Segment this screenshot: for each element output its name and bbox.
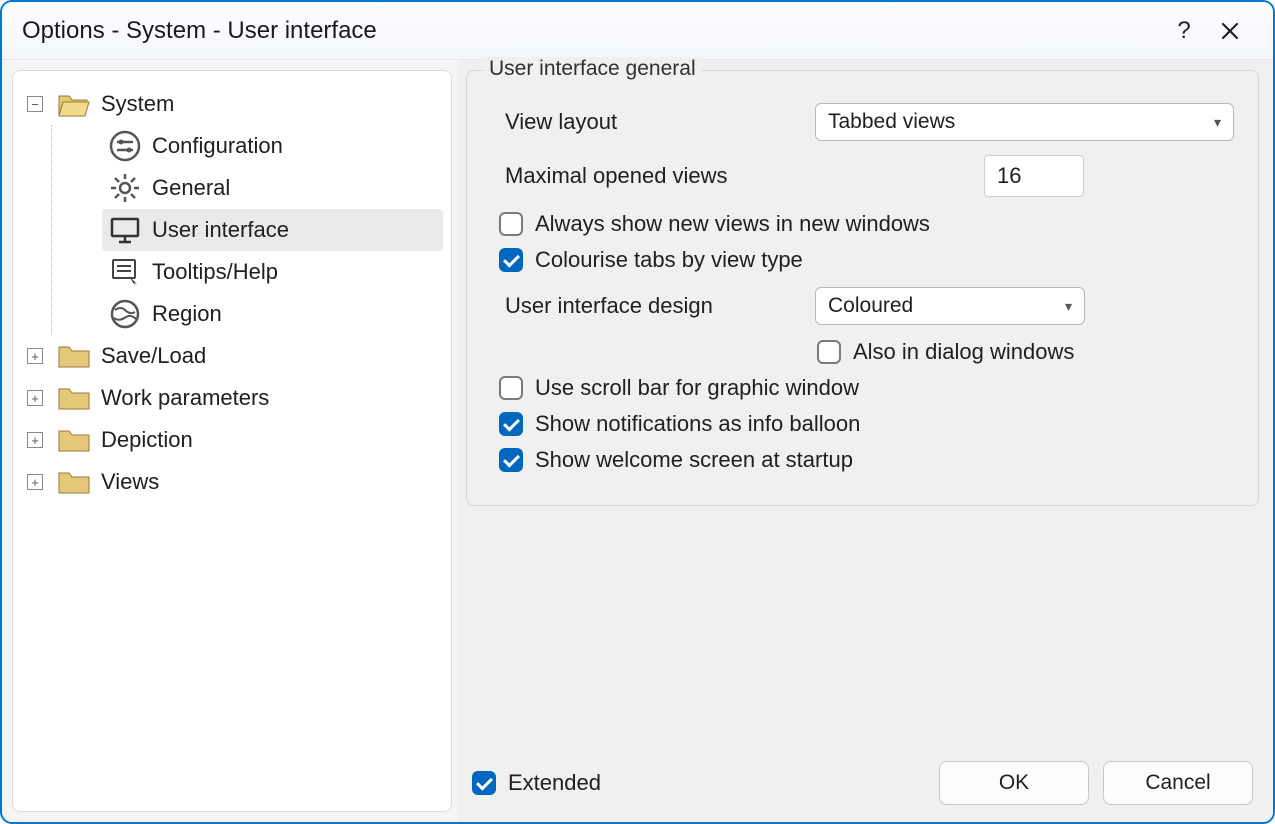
- tree-item-work-parameters[interactable]: + Work parameters: [21, 377, 443, 419]
- folder-icon: [57, 339, 91, 373]
- folder-open-icon: [57, 87, 91, 121]
- dialog-title: Options - System - User interface: [22, 17, 1161, 45]
- checkbox-icon: [499, 212, 523, 236]
- checkbox-icon: [472, 771, 496, 795]
- tree-item-views[interactable]: + Views: [21, 461, 443, 503]
- folder-icon: [57, 381, 91, 415]
- use-scrollbar-checkbox[interactable]: Use scroll bar for graphic window: [499, 375, 1234, 401]
- monitor-icon: [108, 213, 142, 247]
- globe-icon: [108, 297, 142, 331]
- tree-label: General: [152, 175, 230, 201]
- options-dialog: Options - System - User interface ? −: [0, 0, 1275, 824]
- checkbox-label: Always show new views in new windows: [535, 211, 930, 237]
- cancel-button[interactable]: Cancel: [1103, 761, 1253, 805]
- tree-label: Configuration: [152, 133, 283, 159]
- checkbox-icon: [499, 376, 523, 400]
- folder-icon: [57, 423, 91, 457]
- view-layout-select[interactable]: Tabbed views ▾: [815, 103, 1234, 141]
- button-label: OK: [999, 771, 1029, 795]
- tree-item-tooltips[interactable]: Tooltips/Help: [102, 251, 443, 293]
- chevron-down-icon: ▾: [1214, 114, 1221, 131]
- checkbox-label: Extended: [508, 770, 601, 796]
- tree-label: User interface: [152, 217, 289, 243]
- ui-design-label: User interface design: [505, 293, 815, 319]
- checkbox-label: Show welcome screen at startup: [535, 447, 853, 473]
- tree-item-user-interface[interactable]: User interface: [102, 209, 443, 251]
- also-dialog-checkbox[interactable]: Also in dialog windows: [817, 339, 1234, 365]
- tree-label: Depiction: [101, 427, 193, 453]
- ok-button[interactable]: OK: [939, 761, 1089, 805]
- close-icon: [1221, 22, 1239, 40]
- tree-label: Region: [152, 301, 222, 327]
- help-button[interactable]: ?: [1161, 8, 1207, 54]
- tree-item-save-load[interactable]: + Save/Load: [21, 335, 443, 377]
- button-label: Cancel: [1145, 771, 1210, 795]
- expand-icon[interactable]: +: [27, 390, 43, 406]
- tree-item-region[interactable]: Region: [102, 293, 443, 335]
- show-notifications-checkbox[interactable]: Show notifications as info balloon: [499, 411, 1234, 437]
- select-value: Coloured: [828, 294, 913, 318]
- user-interface-general-group: User interface general View layout Tabbe…: [466, 70, 1259, 506]
- expand-icon[interactable]: +: [27, 432, 43, 448]
- question-icon: ?: [1177, 17, 1190, 45]
- checkbox-label: Use scroll bar for graphic window: [535, 375, 859, 401]
- chevron-down-icon: ▾: [1065, 298, 1072, 315]
- tree-label: Work parameters: [101, 385, 269, 411]
- tree-item-system[interactable]: − System: [21, 83, 443, 125]
- checkbox-icon: [499, 448, 523, 472]
- colourise-tabs-checkbox[interactable]: Colourise tabs by view type: [499, 247, 1234, 273]
- folder-icon: [57, 465, 91, 499]
- tree-label: Tooltips/Help: [152, 259, 278, 285]
- max-views-label: Maximal opened views: [505, 163, 984, 189]
- tree-item-depiction[interactable]: + Depiction: [21, 419, 443, 461]
- checkbox-icon: [499, 412, 523, 436]
- collapse-icon[interactable]: −: [27, 96, 43, 112]
- expand-icon[interactable]: +: [27, 474, 43, 490]
- checkbox-label: Show notifications as info balloon: [535, 411, 860, 437]
- expand-icon[interactable]: +: [27, 348, 43, 364]
- sliders-icon: [108, 129, 142, 163]
- category-tree[interactable]: − System Configuration: [12, 70, 452, 812]
- show-welcome-checkbox[interactable]: Show welcome screen at startup: [499, 447, 1234, 473]
- close-button[interactable]: [1207, 8, 1253, 54]
- always-new-windows-checkbox[interactable]: Always show new views in new windows: [499, 211, 1234, 237]
- tree-label: System: [101, 91, 174, 117]
- tree-item-configuration[interactable]: Configuration: [102, 125, 443, 167]
- gear-icon: [108, 171, 142, 205]
- max-views-input[interactable]: 16: [984, 155, 1084, 197]
- dialog-footer: Extended OK Cancel: [466, 746, 1259, 812]
- titlebar: Options - System - User interface ?: [2, 2, 1273, 60]
- tree-item-general[interactable]: General: [102, 167, 443, 209]
- input-value: 16: [997, 163, 1021, 189]
- view-layout-label: View layout: [505, 109, 815, 135]
- settings-pane: User interface general View layout Tabbe…: [458, 60, 1273, 822]
- extended-checkbox[interactable]: Extended: [472, 770, 601, 796]
- checkbox-icon: [817, 340, 841, 364]
- content-area: − System Configuration: [2, 60, 1273, 822]
- checkbox-label: Also in dialog windows: [853, 339, 1074, 365]
- ui-design-select[interactable]: Coloured ▾: [815, 287, 1085, 325]
- tree-label: Views: [101, 469, 159, 495]
- checkbox-icon: [499, 248, 523, 272]
- tree-label: Save/Load: [101, 343, 206, 369]
- tooltip-icon: [108, 255, 142, 289]
- checkbox-label: Colourise tabs by view type: [535, 247, 803, 273]
- select-value: Tabbed views: [828, 110, 955, 134]
- group-legend: User interface general: [483, 57, 702, 81]
